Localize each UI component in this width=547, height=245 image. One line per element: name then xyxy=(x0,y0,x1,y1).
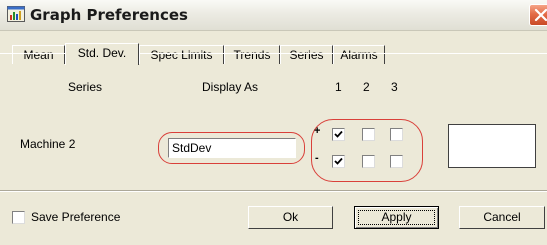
column-header-1: 1 xyxy=(335,80,342,94)
close-button[interactable] xyxy=(529,4,547,26)
tab-mean[interactable]: Mean xyxy=(12,45,65,64)
plus-sign-label: + xyxy=(314,125,321,137)
line-style-preview-box[interactable] xyxy=(448,124,536,168)
tab-series[interactable]: Series xyxy=(280,45,333,64)
column-header-2: 2 xyxy=(363,80,370,94)
plus-series-2-checkbox[interactable] xyxy=(362,128,375,141)
cancel-button[interactable]: Cancel xyxy=(459,206,545,229)
footer-separator xyxy=(0,190,547,192)
tab-spec-limits[interactable]: Spec Limits xyxy=(139,45,224,64)
column-header-3: 3 xyxy=(391,80,398,94)
plus-series-1-checkbox[interactable] xyxy=(332,128,345,141)
minus-sign-label: - xyxy=(315,152,319,164)
graph-app-icon xyxy=(7,6,25,22)
save-preference-checkbox[interactable] xyxy=(12,211,25,224)
minus-series-3-checkbox[interactable] xyxy=(390,155,403,168)
tab-std-dev[interactable]: Std. Dev. xyxy=(65,43,139,65)
minus-series-2-checkbox[interactable] xyxy=(362,155,375,168)
display-as-input[interactable]: StdDev xyxy=(168,138,296,158)
display-as-column-header: Display As xyxy=(202,80,259,94)
tab-alarms[interactable]: Alarms xyxy=(333,45,385,64)
series-name-label: Machine 2 xyxy=(20,137,76,151)
checkmark-icon xyxy=(334,157,343,165)
apply-button[interactable]: Apply xyxy=(354,206,439,229)
checkmark-icon xyxy=(334,130,343,138)
tab-strip: Mean Std. Dev. Spec Limits Trends Series… xyxy=(0,31,547,65)
series-column-header: Series xyxy=(68,80,103,94)
graph-preferences-dialog: Graph Preferences Mean Std. Dev. Spec Li… xyxy=(0,0,547,245)
title-bar[interactable]: Graph Preferences xyxy=(0,0,547,31)
window-title: Graph Preferences xyxy=(30,6,188,24)
plus-series-3-checkbox[interactable] xyxy=(390,128,403,141)
ok-button[interactable]: Ok xyxy=(248,206,333,229)
minus-series-1-checkbox[interactable] xyxy=(332,155,345,168)
save-preference-label[interactable]: Save Preference xyxy=(31,210,120,224)
focus-rectangle xyxy=(358,210,435,225)
close-icon xyxy=(534,8,547,22)
tab-trends[interactable]: Trends xyxy=(224,45,280,64)
